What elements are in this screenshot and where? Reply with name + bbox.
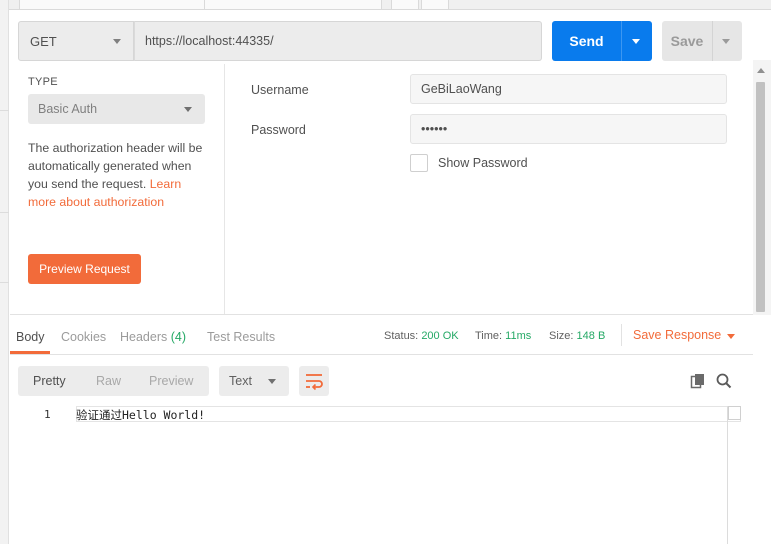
tab-test-results[interactable]: Test Results	[207, 330, 275, 344]
show-password-label[interactable]: Show Password	[438, 156, 528, 170]
chevron-down-icon	[184, 107, 192, 112]
response-body-editor[interactable]: 1 验证通过Hello World!	[18, 406, 741, 544]
tab-options-button[interactable]	[421, 0, 449, 10]
scrollbar-thumb[interactable]	[756, 82, 765, 312]
auth-type-panel: TYPE Basic Auth The authorization header…	[10, 64, 225, 314]
time-readout: Time: 11ms	[475, 330, 532, 342]
auth-type-select[interactable]: Basic Auth	[28, 94, 205, 124]
status-readout: Status: 200 OK	[384, 330, 459, 342]
response-tabs: Body Cookies Headers (4) Test Results St…	[10, 318, 753, 354]
format-select[interactable]: Text	[219, 366, 289, 396]
method-select[interactable]: GET	[18, 21, 134, 61]
chevron-down-icon	[268, 379, 276, 384]
password-label: Password	[251, 123, 306, 137]
view-preview[interactable]: Preview	[149, 366, 193, 396]
scrollbar[interactable]	[753, 60, 771, 315]
tab-body[interactable]: Body	[16, 330, 45, 344]
save-response-button[interactable]: Save Response	[633, 328, 721, 342]
password-field[interactable]: ••••••	[410, 114, 727, 144]
wrap-lines-button[interactable]	[299, 366, 329, 396]
line-number: 1	[44, 408, 51, 421]
tab-headers[interactable]: Headers (4)	[120, 330, 186, 344]
url-input[interactable]: https://localhost:44335/	[134, 21, 542, 61]
request-tab[interactable]	[19, 0, 208, 10]
size-readout: Size: 148 B	[549, 330, 606, 342]
search-icon[interactable]	[715, 372, 733, 390]
username-label: Username	[251, 83, 309, 97]
auth-credentials-panel: Username GeBiLaoWang Password •••••• Sho…	[226, 64, 753, 314]
request-tab-active[interactable]	[204, 0, 382, 10]
preview-request-button[interactable]: Preview Request	[28, 254, 141, 284]
username-field[interactable]: GeBiLaoWang	[410, 74, 727, 104]
show-password-checkbox[interactable]	[410, 154, 428, 172]
wrap-lines-icon	[306, 374, 323, 391]
send-button[interactable]: Send	[552, 21, 652, 61]
sidebar-edge	[0, 0, 9, 544]
auth-description: The authorization header will be automat…	[28, 141, 203, 209]
save-label: Save	[670, 33, 704, 49]
scroll-up-icon[interactable]	[757, 68, 765, 73]
view-mode-group: Pretty Raw Preview	[18, 366, 209, 396]
editor-scroll-box[interactable]	[728, 406, 741, 420]
tab-cookies[interactable]: Cookies	[61, 330, 106, 344]
copy-icon[interactable]	[689, 372, 707, 390]
view-pretty[interactable]: Pretty	[33, 366, 66, 396]
save-button[interactable]: Save	[662, 21, 742, 61]
send-options-chevron-icon[interactable]	[632, 39, 640, 44]
headers-count: (4)	[170, 330, 187, 344]
code-line: 验证通过Hello World!	[76, 408, 206, 422]
new-tab-button[interactable]	[391, 0, 419, 10]
request-tabs-bar	[9, 0, 771, 10]
chevron-down-icon	[113, 39, 121, 44]
save-options-chevron-icon[interactable]	[722, 39, 730, 44]
method-value: GET	[30, 33, 57, 49]
chevron-down-icon[interactable]	[727, 334, 735, 339]
view-raw[interactable]: Raw	[96, 366, 121, 396]
send-label: Send	[569, 33, 604, 49]
url-value: https://localhost:44335/	[145, 34, 274, 48]
type-label: TYPE	[28, 76, 58, 88]
auth-type-value: Basic Auth	[38, 102, 98, 116]
